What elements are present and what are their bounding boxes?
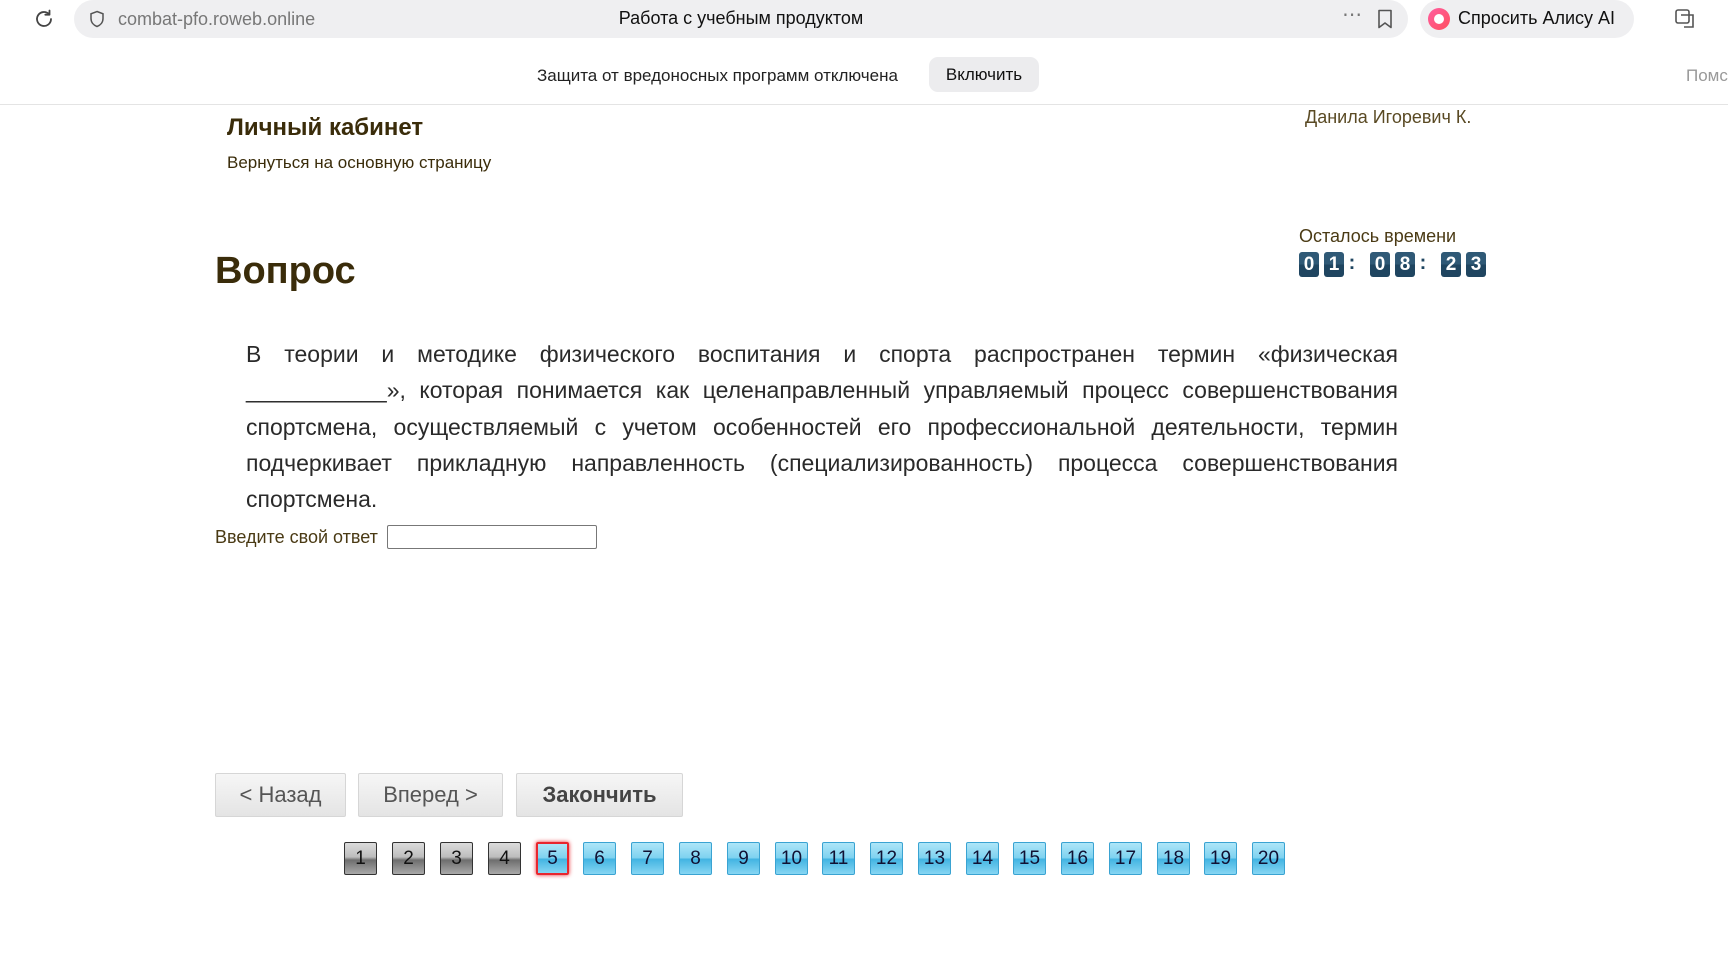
back-button[interactable]: < Назад xyxy=(215,773,346,817)
question-number-button[interactable]: 10 xyxy=(775,842,808,875)
question-number-button[interactable]: 17 xyxy=(1109,842,1142,875)
question-number-button[interactable]: 16 xyxy=(1061,842,1094,875)
timer-digit: 2 xyxy=(1441,252,1461,277)
extensions-icon[interactable] xyxy=(1672,6,1698,32)
back-to-main-link[interactable]: Вернуться на основную страницу xyxy=(227,153,491,173)
help-link[interactable]: Помс xyxy=(1686,66,1728,86)
tab-title: Работа с учебным продуктом xyxy=(618,8,864,28)
finish-button[interactable]: Закончить xyxy=(516,773,683,817)
cabinet-title: Личный кабинет xyxy=(227,114,424,141)
question-number-button[interactable]: 14 xyxy=(966,842,999,875)
question-number-button[interactable]: 4 xyxy=(488,842,521,875)
bookmark-icon[interactable] xyxy=(1376,9,1394,29)
user-name: Данила Игоревич К. xyxy=(1305,107,1472,127)
timer-digit: 0 xyxy=(1370,252,1390,277)
question-number-button[interactable]: 15 xyxy=(1013,842,1046,875)
question-number-button[interactable]: 18 xyxy=(1157,842,1190,875)
question-number-button[interactable]: 19 xyxy=(1204,842,1237,875)
timer-digit: 1 xyxy=(1324,252,1344,277)
enable-protection-button[interactable]: Включить xyxy=(929,57,1039,92)
question-number-button[interactable]: 9 xyxy=(727,842,760,875)
protection-message: Защита от вредоносных программ отключена xyxy=(537,66,898,85)
timer-label: Осталось времени xyxy=(1299,226,1457,246)
question-number-button[interactable]: 1 xyxy=(344,842,377,875)
ask-alice-button[interactable]: Спросить Алису AI xyxy=(1420,0,1634,38)
question-number-button[interactable]: 11 xyxy=(822,842,855,875)
question-number-button[interactable]: 8 xyxy=(679,842,712,875)
question-number-button[interactable]: 3 xyxy=(440,842,473,875)
more-icon[interactable]: ⋯ xyxy=(1342,2,1363,27)
ask-alice-label: Спросить Алису AI xyxy=(1458,8,1616,28)
question-number-button[interactable]: 7 xyxy=(631,842,664,875)
browser-toolbar: combat-pfo.roweb.online Работа с учебным… xyxy=(0,0,1728,38)
question-number-button[interactable]: 2 xyxy=(392,842,425,875)
alice-icon xyxy=(1428,8,1450,30)
question-title: Вопрос xyxy=(215,250,356,292)
timer-digit: 0 xyxy=(1299,252,1319,277)
question-number-button[interactable]: 13 xyxy=(918,842,951,875)
timer-digit: 8 xyxy=(1395,252,1415,277)
forward-button[interactable]: Вперед > xyxy=(358,773,503,817)
question-number-button[interactable]: 5 xyxy=(536,842,569,875)
question-number-button[interactable]: 20 xyxy=(1252,842,1285,875)
question-number-button[interactable]: 6 xyxy=(583,842,616,875)
question-number-button[interactable]: 12 xyxy=(870,842,903,875)
answer-input[interactable] xyxy=(387,525,597,549)
answer-label: Введите свой ответ xyxy=(215,527,378,547)
address-bar[interactable]: combat-pfo.roweb.online Работа с учебным… xyxy=(74,0,1408,38)
timer-separator: : xyxy=(1419,252,1427,274)
timer-separator: : xyxy=(1348,252,1356,274)
question-text: В теории и методике физического воспитан… xyxy=(246,341,1398,513)
protection-infobar: Защита от вредоносных программ отключена… xyxy=(0,38,1728,105)
timer-digit: 3 xyxy=(1466,252,1486,277)
reload-icon[interactable] xyxy=(32,7,56,31)
